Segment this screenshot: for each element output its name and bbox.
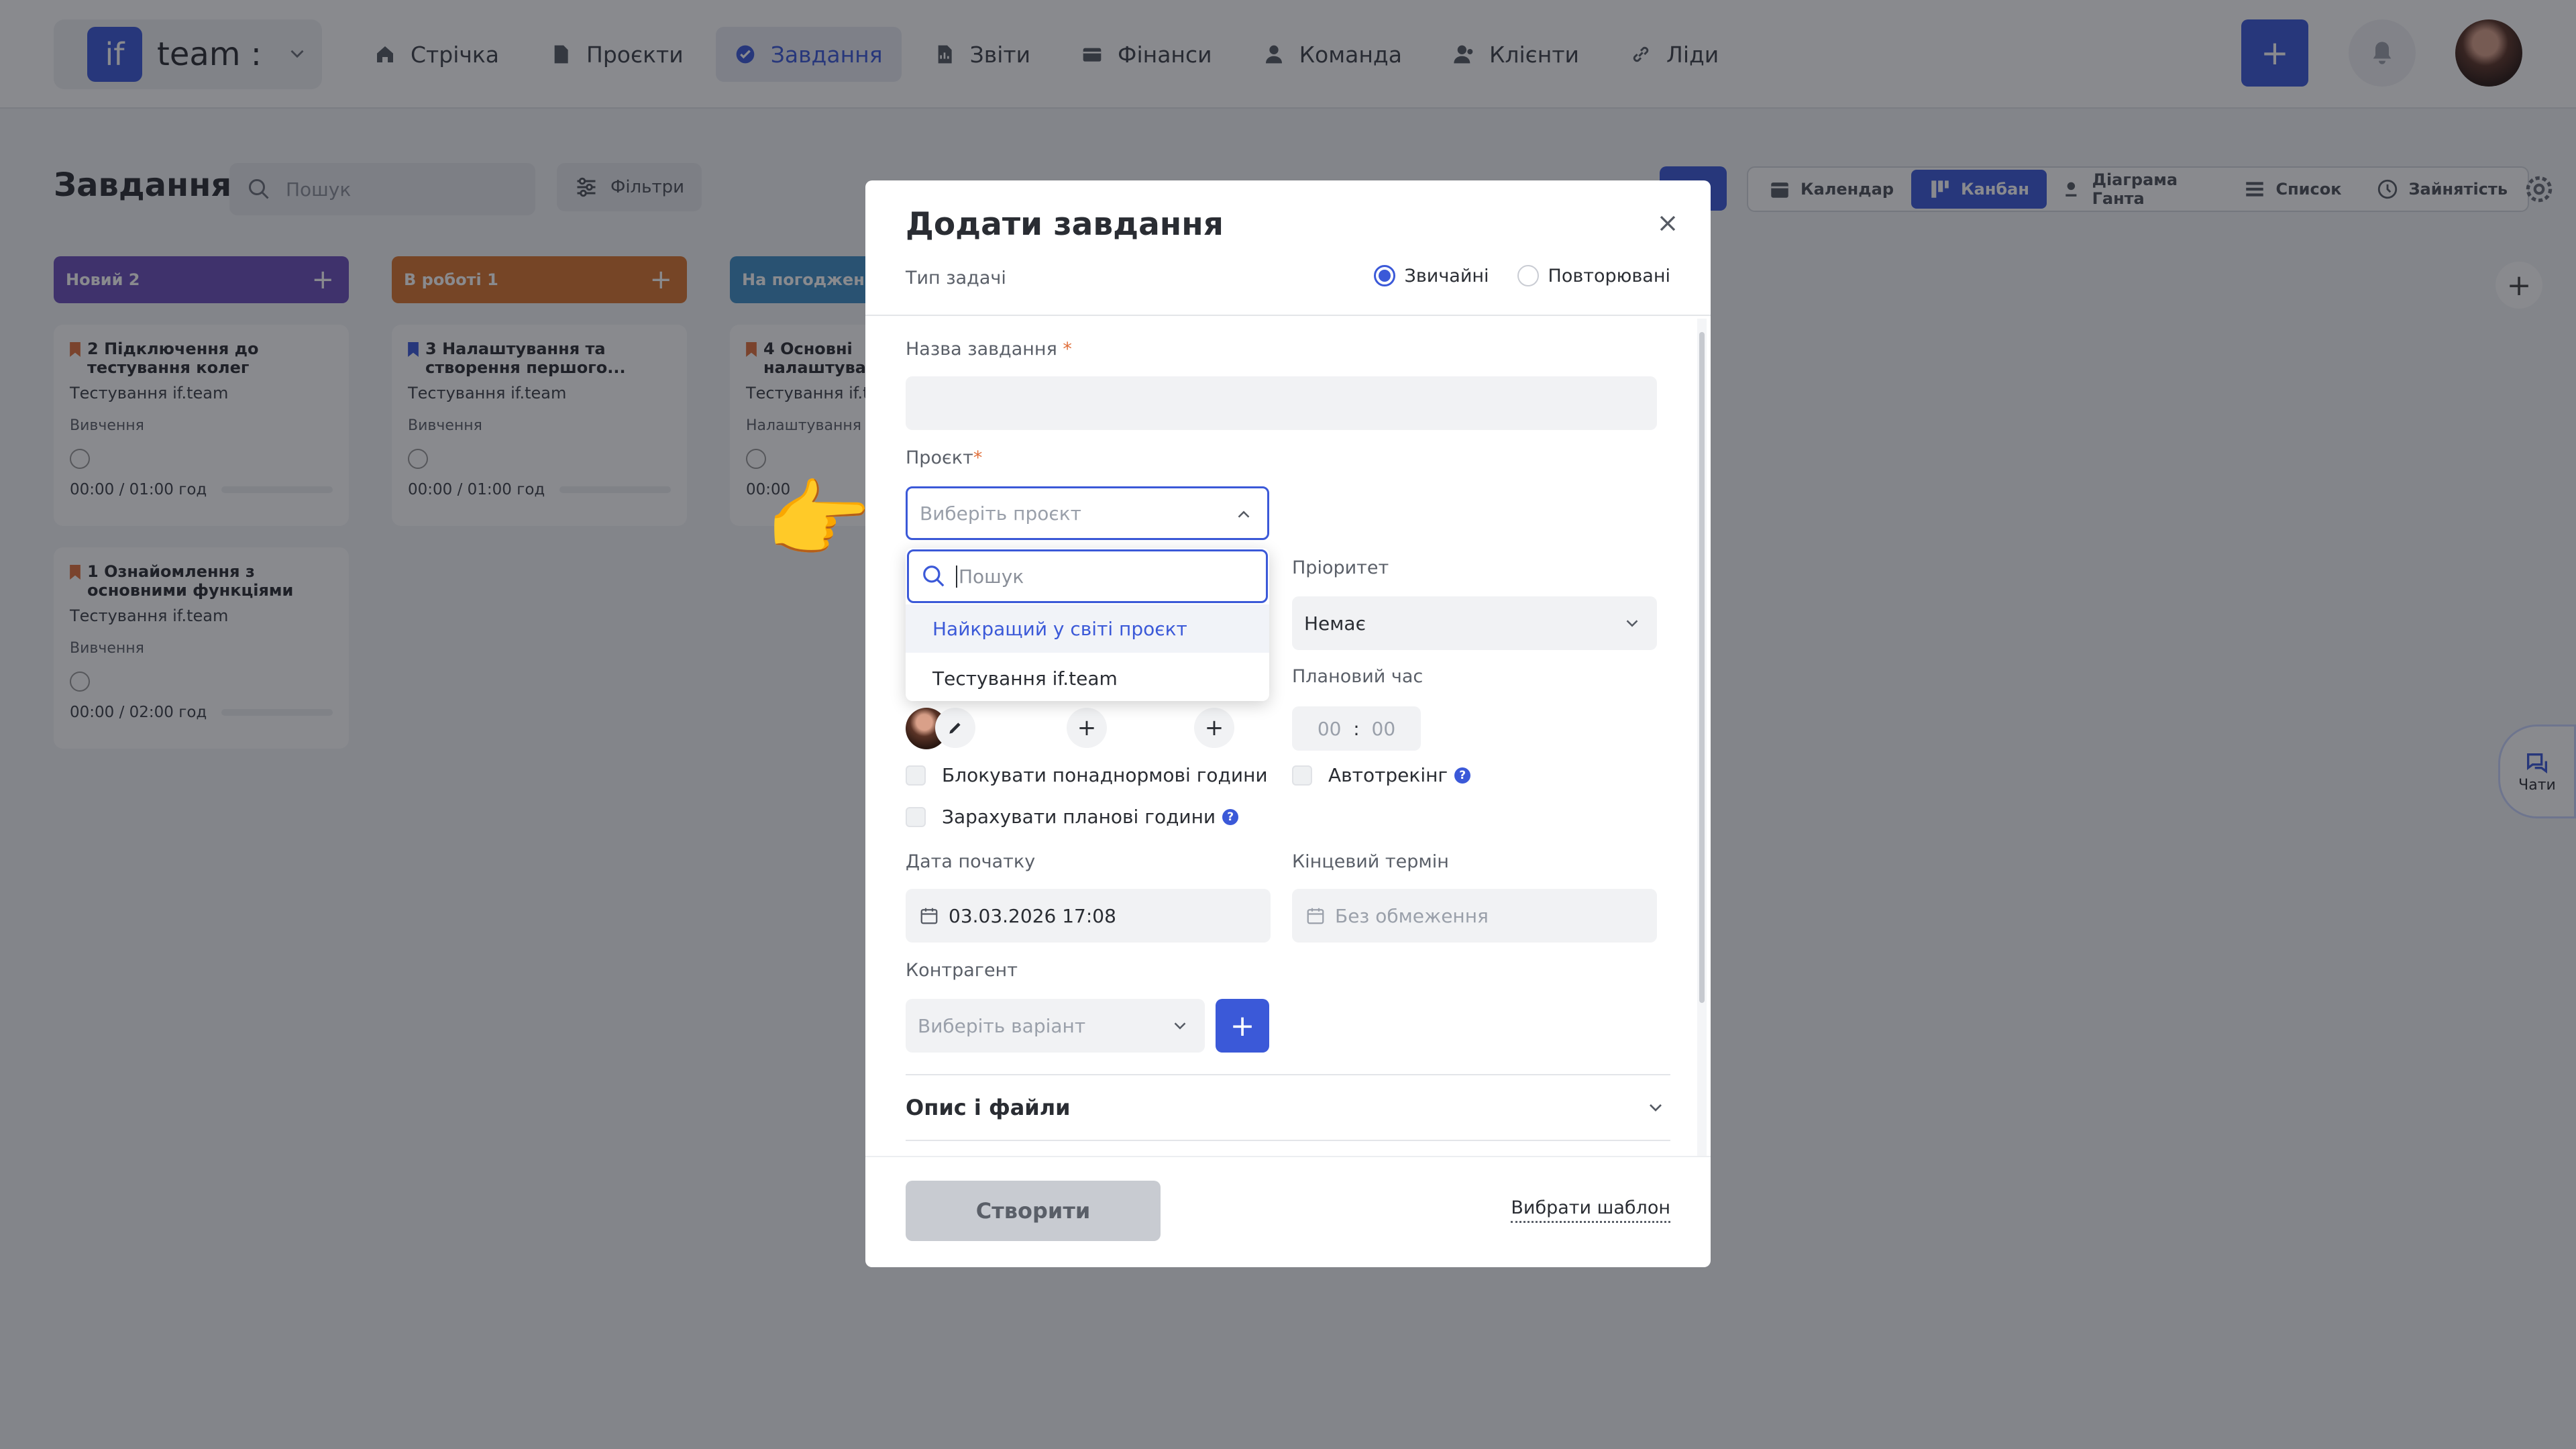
add-task-dialog: Додати завдання Тип задачі Звичайні Повт…: [865, 180, 1711, 1267]
radio-recurring-label: Повторювані: [1548, 265, 1670, 286]
add-watcher-button[interactable]: +: [1067, 708, 1107, 748]
checkbox[interactable]: [906, 806, 926, 827]
task-type-radio-group: Звичайні Повторювані: [1373, 265, 1670, 286]
project-label-text: Проєкт: [906, 447, 973, 468]
required-mark: *: [973, 447, 983, 468]
chevron-down-icon: [1650, 1104, 1662, 1112]
count-planned-label: Зарахувати планові години: [942, 806, 1216, 828]
required-mark: *: [1063, 339, 1072, 360]
planned-time-input[interactable]: 00 : 00: [1292, 706, 1421, 751]
start-date-input[interactable]: 03.03.2026 17:08: [906, 889, 1271, 943]
priority-label: Пріоритет: [1292, 557, 1389, 578]
dialog-title: Додати завдання: [906, 206, 1224, 243]
calendar-icon: [1307, 908, 1324, 924]
pointing-hand-icon: 👉: [765, 470, 872, 570]
priority-select[interactable]: Немає: [1292, 596, 1657, 650]
calendar-icon: [920, 908, 938, 924]
time-separator: :: [1353, 717, 1360, 740]
deadline-placeholder: Без обмеження: [1335, 904, 1489, 927]
project-label: Проєкт*: [906, 447, 982, 468]
task-name-label-text: Назва завдання: [906, 339, 1057, 360]
autotracking-checkbox[interactable]: Автотрекінг?: [1292, 764, 1471, 786]
planned-hours: 00: [1317, 717, 1342, 740]
description-files-section[interactable]: Опис і файли: [906, 1074, 1670, 1141]
footer-divider: [865, 1156, 1711, 1157]
start-date-label: Дата початку: [906, 851, 1036, 872]
deadline-label: Кінцевий термін: [1292, 851, 1449, 872]
contractor-select[interactable]: Виберіть варіант: [906, 999, 1205, 1053]
create-button[interactable]: Створити: [906, 1181, 1161, 1241]
choose-template-link[interactable]: Вибрати шаблон: [1511, 1197, 1670, 1223]
add-contractor-button[interactable]: +: [1216, 999, 1269, 1053]
block-overtime-checkbox[interactable]: Блокувати понаднормові години: [906, 764, 1268, 786]
chevron-down-icon: [1626, 620, 1638, 627]
autotracking-label: Автотрекінг: [1328, 764, 1448, 786]
priority-value: Немає: [1304, 612, 1366, 635]
count-planned-checkbox[interactable]: Зарахувати планові години?: [906, 806, 1239, 828]
search-icon: [923, 566, 945, 587]
project-dropdown: Пошук Найкращий у світі проєкт Тестуванн…: [906, 548, 1269, 701]
radio-regular-label: Звичайні: [1404, 265, 1489, 286]
project-option[interactable]: Найкращий у світі проєкт: [906, 604, 1269, 653]
dialog-scrollbar[interactable]: [1697, 319, 1707, 1156]
close-icon[interactable]: [1654, 210, 1681, 237]
chevron-down-icon: [1174, 1022, 1186, 1030]
contractor-placeholder: Виберіть варіант: [918, 1014, 1086, 1037]
deadline-input[interactable]: Без обмеження: [1292, 889, 1657, 943]
edit-assignee-button[interactable]: [935, 708, 975, 748]
pencil-icon: [949, 722, 961, 734]
checkbox[interactable]: [1292, 765, 1312, 786]
block-overtime-label: Блокувати понаднормові години: [942, 764, 1268, 786]
scrollbar-thumb[interactable]: [1699, 332, 1705, 1003]
divider: [865, 315, 1711, 316]
chevron-up-icon: [1238, 511, 1250, 518]
description-files-label: Опис і файли: [906, 1095, 1071, 1120]
planned-minutes: 00: [1371, 717, 1396, 740]
project-option[interactable]: Тестування if.team: [906, 654, 1269, 702]
contractor-label: Контрагент: [906, 960, 1018, 981]
add-coexecutor-button[interactable]: +: [1194, 708, 1234, 748]
radio-recurring[interactable]: [1517, 265, 1539, 286]
project-search-placeholder: Пошук: [956, 565, 1024, 588]
project-placeholder: Виберіть проєкт: [920, 502, 1081, 525]
task-type-label: Тип задачі: [906, 268, 1006, 288]
start-date-value: 03.03.2026 17:08: [949, 904, 1116, 927]
planned-time-label: Плановий час: [1292, 666, 1424, 687]
info-icon[interactable]: ?: [1222, 808, 1239, 825]
task-name-label: Назва завдання *: [906, 339, 1072, 360]
info-icon[interactable]: ?: [1454, 767, 1471, 784]
project-select[interactable]: Виберіть проєкт: [906, 486, 1269, 540]
checkbox[interactable]: [906, 765, 926, 786]
radio-regular[interactable]: [1373, 265, 1395, 286]
project-search-input[interactable]: Пошук: [907, 549, 1268, 603]
task-name-input[interactable]: [906, 376, 1657, 430]
